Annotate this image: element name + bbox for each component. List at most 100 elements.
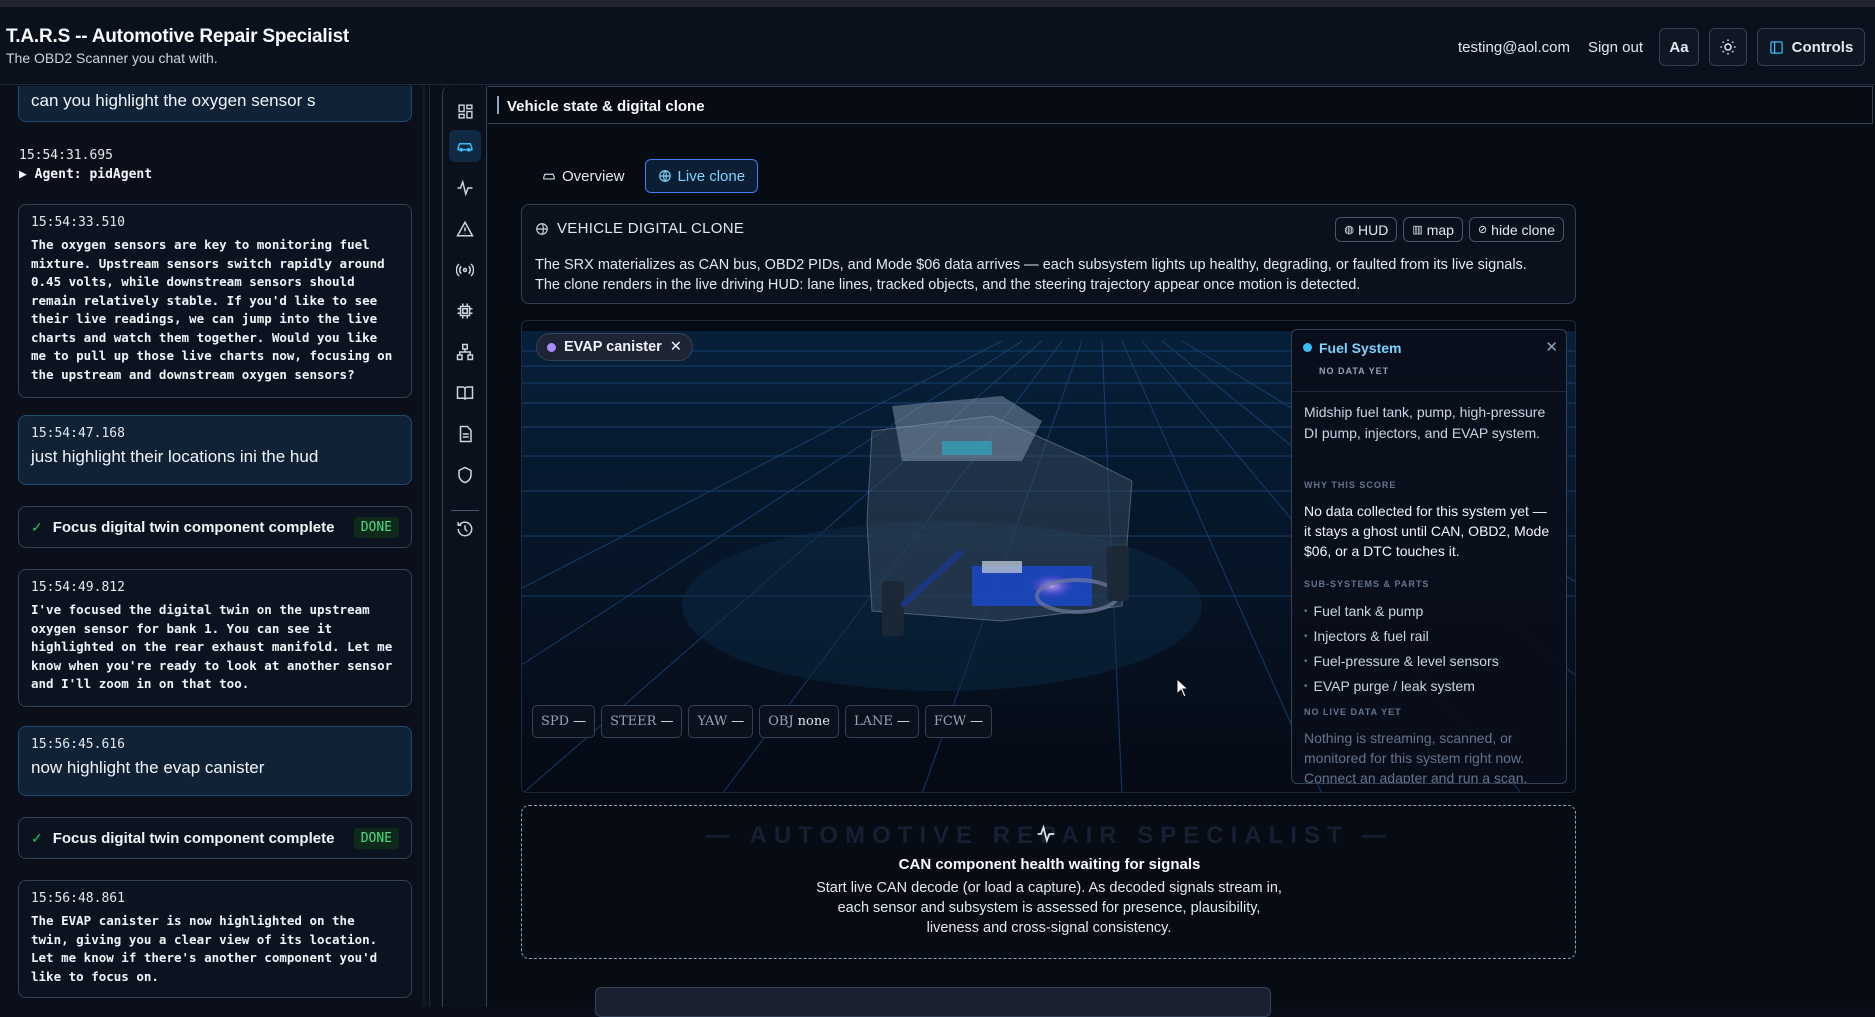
status-dot xyxy=(547,342,556,352)
message-timestamp: 15:54:47.168 xyxy=(31,426,125,441)
message-text: The oxygen sensors are key to monitoring… xyxy=(31,237,393,382)
map-button[interactable]: ▥ map xyxy=(1403,217,1463,242)
rail-chip[interactable] xyxy=(449,295,481,327)
message-text: can you highlight the oxygen sensor s xyxy=(31,91,316,110)
user-email: testing@aol.com xyxy=(1458,38,1570,56)
controls-label: Controls xyxy=(1791,38,1854,56)
tab-label: Overview xyxy=(562,167,625,185)
chip-icon xyxy=(457,303,473,319)
list-item: EVAP purge / leak system xyxy=(1304,675,1554,700)
eye-off-icon: ⊘ xyxy=(1477,224,1488,236)
hide-clone-button[interactable]: ⊘ hide clone xyxy=(1468,217,1564,242)
user-message: can you highlight the oxygen sensor s xyxy=(18,86,412,122)
agent-message: 15:54:49.812 I've focused the digital tw… xyxy=(18,569,412,707)
health-title: CAN component health waiting for signals xyxy=(898,856,1201,873)
rail-security[interactable] xyxy=(449,459,481,491)
clone-title-text: VEHICLE DIGITAL CLONE xyxy=(557,220,745,237)
digital-clone-card: VEHICLE DIGITAL CLONE ◍ HUD ▥ map ⊘ hide cl… xyxy=(521,204,1576,304)
system-detail-panel: Fuel System NO DATA YET ✕ Midship fuel t… xyxy=(1291,329,1567,784)
no-live-label: NO LIVE DATA YET xyxy=(1304,707,1402,717)
sun-icon xyxy=(1720,39,1736,55)
warning-icon xyxy=(456,220,474,237)
rail-alerts[interactable] xyxy=(449,213,481,245)
header-actions: testing@aol.com Sign out Aa Controls xyxy=(1458,28,1865,66)
user-message: 15:56:45.616 now highlight the evap cani… xyxy=(18,726,412,796)
message-timestamp: 15:56:48.861 xyxy=(31,891,125,906)
system-status: NO DATA YET xyxy=(1319,366,1390,376)
hud-button[interactable]: ◍ HUD xyxy=(1335,217,1398,242)
chat-scrollbar[interactable] xyxy=(422,86,426,1007)
list-item: Injectors & fuel rail xyxy=(1304,625,1554,650)
panel-icon xyxy=(1769,40,1783,54)
hud-fcw: FCW — xyxy=(924,705,993,738)
window-top-strip xyxy=(0,0,1875,7)
system-description: Midship fuel tank, pump, high-pressure D… xyxy=(1304,404,1546,441)
task-label: Focus digital twin component complete xyxy=(52,829,335,847)
why-label: WHY THIS SCORE xyxy=(1304,480,1397,490)
message-timestamp: 15:54:31.695 xyxy=(19,148,113,163)
list-item: Fuel tank & pump xyxy=(1304,600,1554,625)
globe-icon: ◍ xyxy=(1344,224,1354,236)
focused-component-chip[interactable]: EVAP canister ✕ xyxy=(536,333,693,361)
chat-panel[interactable]: can you highlight the oxygen sensor s 15… xyxy=(0,86,430,1007)
rail-live-data[interactable] xyxy=(449,172,481,204)
rail-history[interactable] xyxy=(449,513,481,545)
font-size-button[interactable]: Aa xyxy=(1659,28,1699,66)
map-icon: ▥ xyxy=(1412,224,1423,236)
controls-button[interactable]: Controls xyxy=(1757,28,1865,66)
app-title: T.A.R.S -- Automotive Repair Specialist xyxy=(6,26,350,47)
rail-manual[interactable] xyxy=(449,377,481,409)
main-content: Vehicle state & digital clone Overview L… xyxy=(488,86,1875,1017)
message-text: The EVAP canister is now highlighted on … xyxy=(31,913,378,984)
globe-icon xyxy=(658,170,671,182)
section-header: Vehicle state & digital clone xyxy=(488,86,1873,124)
list-item: Fuel-pressure & level sensors xyxy=(1304,650,1554,675)
check-icon: ✓ xyxy=(31,829,43,846)
history-icon xyxy=(457,521,473,537)
tab-live-clone[interactable]: Live clone xyxy=(644,159,759,193)
system-name: Fuel System xyxy=(1319,340,1402,356)
mouse-cursor-icon xyxy=(1176,678,1190,698)
rail-report[interactable] xyxy=(449,418,481,450)
sign-out-link[interactable]: Sign out xyxy=(1588,39,1643,56)
status-badge: DONE xyxy=(353,827,399,849)
tab-overview[interactable]: Overview xyxy=(530,159,637,193)
grid-icon xyxy=(457,103,473,119)
book-icon xyxy=(456,386,474,400)
map-label: map xyxy=(1426,221,1454,238)
close-icon[interactable]: ✕ xyxy=(670,339,682,355)
hud-speed: SPD — xyxy=(532,705,596,738)
network-icon xyxy=(456,343,474,361)
hud-lane: LANE — xyxy=(844,705,919,738)
status-badge: DONE xyxy=(353,516,399,538)
clone-actions: ◍ HUD ▥ map ⊘ hide clone xyxy=(1335,217,1564,242)
section-title: Vehicle state & digital clone xyxy=(507,98,705,115)
check-icon: ✓ xyxy=(31,518,43,535)
hud-yaw: YAW — xyxy=(688,705,754,738)
message-text: now highlight the evap canister xyxy=(31,758,265,777)
bottom-card xyxy=(595,987,1271,1017)
globe-icon xyxy=(536,222,548,235)
agent-label[interactable]: ▶ Agent: pidAgent xyxy=(19,167,152,182)
message-timestamp: 15:54:49.812 xyxy=(31,580,125,595)
theme-toggle-button[interactable] xyxy=(1709,28,1747,66)
close-icon[interactable]: ✕ xyxy=(1545,338,1558,356)
task-status: ✓ Focus digital twin component complete … xyxy=(18,817,412,859)
rail-vehicle[interactable] xyxy=(449,130,481,162)
rail-broadcast[interactable] xyxy=(449,254,481,286)
hud-readouts: SPD — STEER — YAW — OBJ none LANE — FCW — xyxy=(532,705,993,738)
car-icon xyxy=(543,173,555,180)
message-text: I've focused the digital twin on the ups… xyxy=(31,602,393,691)
tab-label: Live clone xyxy=(677,167,746,185)
rail-network[interactable] xyxy=(449,336,481,368)
rail-dashboard[interactable] xyxy=(449,95,481,127)
task-label: Focus digital twin component complete xyxy=(52,518,335,536)
parts-list: Fuel tank & pump Injectors & fuel rail F… xyxy=(1304,600,1554,700)
app-subtitle: The OBD2 Scanner you chat with. xyxy=(6,50,218,66)
hide-clone-label: hide clone xyxy=(1491,221,1555,238)
message-timestamp: 15:56:45.616 xyxy=(31,737,125,752)
message-text: just highlight their locations ini the h… xyxy=(31,447,319,466)
can-health-placeholder: — AUTOMOTIVE REPAIR SPECIALIST — CAN com… xyxy=(521,805,1576,959)
app-header: T.A.R.S -- Automotive Repair Specialist … xyxy=(0,7,1875,85)
message-timestamp: 15:54:33.510 xyxy=(31,215,125,230)
